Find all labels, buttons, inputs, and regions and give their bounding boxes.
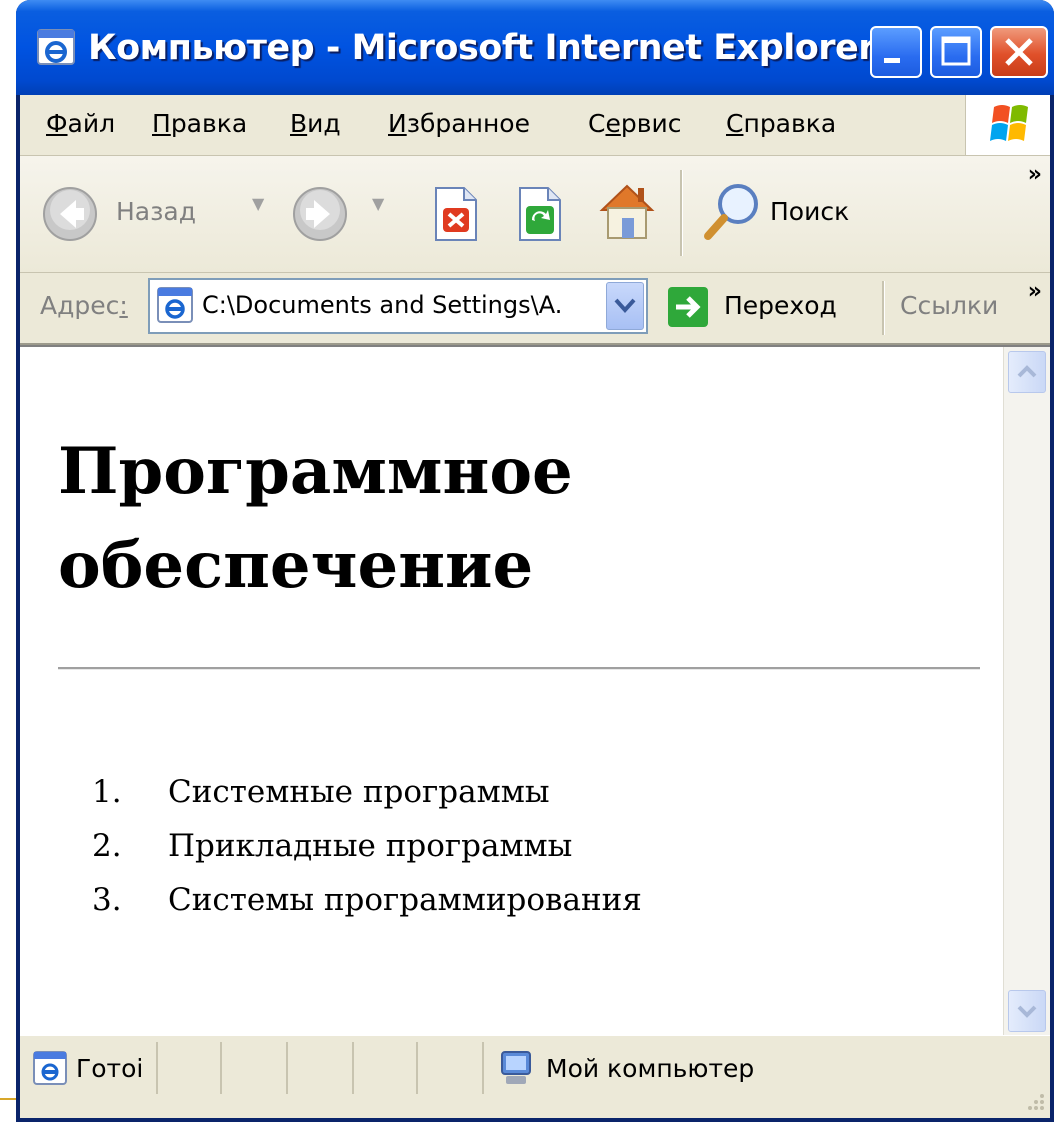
status-divider [286,1042,288,1094]
page-icon [157,287,193,323]
forward-dropdown-icon[interactable]: ▼ [372,194,384,213]
menu-bar: Файл Правка Вид Избранное Сервис Справка [20,95,1050,156]
title-bar[interactable]: Компьютер - Microsoft Internet Explorer [16,0,1054,95]
status-text: Готоі [76,1054,144,1083]
go-arrow-icon [668,287,708,327]
links-label[interactable]: Ссылки [900,291,998,320]
windows-flag-icon [990,105,1028,141]
back-label: Назад [116,197,197,226]
software-list: 1. Системные программы 2. Прикладные прогр… [92,765,642,927]
browser-window: Компьютер - Microsoft Internet Explorer … [16,0,1054,1122]
address-label-colon: : [119,291,128,320]
forward-arrow-icon[interactable] [290,184,350,244]
close-button[interactable] [990,26,1048,78]
menu-favorites[interactable]: Избранное [388,109,530,138]
menu-favorites-label: збранное [406,109,530,138]
menu-view[interactable]: Вид [290,109,341,138]
go-label: Переход [724,291,837,320]
menu-help-accel: С [726,109,744,138]
status-bar: Готоі Мой компьютер [20,1035,1050,1118]
menu-tools-accel: е [605,109,621,138]
address-bar: Адрес: C:\Documents and Settings\A. Пере… [20,273,1050,345]
refresh-icon[interactable] [514,184,566,244]
address-label-text: Адрес [40,291,120,320]
menu-help-label: правка [743,109,837,138]
list-item-text: Прикладные программы [168,828,573,864]
address-separator [882,281,885,335]
status-divider [416,1042,418,1094]
search-button[interactable]: Поиск [700,178,880,248]
menu-edit[interactable]: Правка [152,109,247,138]
minimize-icon [884,58,900,63]
page-status-icon [33,1051,67,1085]
home-icon[interactable] [594,178,660,244]
page-content: Программное обеспечение 1. Системные прог… [20,345,1050,1036]
maximize-icon [941,36,971,66]
chevron-up-icon [1017,365,1037,378]
window-body: Файл Правка Вид Избранное Сервис Справка [20,95,1050,1118]
scroll-up-button[interactable] [1008,351,1046,393]
stop-icon[interactable] [430,184,482,244]
menu-view-accel: В [290,109,308,138]
list-item: 3. Системы программирования [92,873,642,927]
search-icon [704,184,758,240]
chevron-down-icon [1017,1005,1037,1018]
status-divider [220,1042,222,1094]
resize-grip-icon[interactable] [1024,1090,1046,1112]
back-button[interactable]: Назад [40,184,240,244]
back-arrow-icon [43,187,97,241]
toolbar-separator [680,170,683,256]
go-button[interactable]: Переход [666,279,866,335]
address-input[interactable]: C:\Documents and Settings\A. [148,278,648,334]
status-divider [156,1042,158,1094]
minimize-button[interactable] [870,26,922,78]
list-item-number: 1. [92,774,122,810]
scroll-down-button[interactable] [1008,990,1046,1032]
list-item-number: 2. [92,828,122,864]
list-item: 1. Системные программы [92,765,642,819]
menu-tools[interactable]: Сервис [588,109,681,138]
close-icon [1005,38,1033,66]
address-value: C:\Documents and Settings\A. [202,291,563,319]
list-item-text: Системные программы [168,774,550,810]
standard-toolbar: Назад ▼ ▼ Поиск » [20,156,1050,273]
horizontal-rule [58,667,980,670]
security-zone: Мой компьютер [546,1054,755,1083]
list-item: 2. Прикладные программы [92,819,642,873]
menu-file-accel: Ф [46,109,68,138]
search-label: Поиск [770,197,850,226]
menu-file[interactable]: Файл [46,109,115,138]
vertical-scrollbar[interactable] [1003,347,1050,1036]
windows-logo-box [965,95,1050,155]
back-dropdown-icon[interactable]: ▼ [252,194,264,213]
maximize-button[interactable] [930,26,982,78]
my-computer-icon [501,1051,531,1084]
menu-help[interactable]: Справка [726,109,836,138]
internet-explorer-icon [37,29,75,65]
window-title: Компьютер - Microsoft Internet Explorer [88,28,876,68]
toolbar-more-chevron[interactable]: » [1028,162,1042,187]
menu-tools-prefix: С [588,109,606,138]
list-item-number: 3. [92,882,122,918]
address-label: Адрес: [40,291,128,320]
menu-view-label: ид [307,109,341,138]
menu-tools-label: рвис [620,109,682,138]
status-divider [482,1042,484,1094]
menu-edit-accel: П [152,109,171,138]
links-more-chevron[interactable]: » [1028,279,1042,304]
page-heading: Программное обеспечение [58,434,573,603]
menu-edit-label: равка [170,109,248,138]
status-divider [352,1042,354,1094]
menu-file-label: айл [67,109,116,138]
chevron-down-icon [614,298,636,313]
list-item-text: Системы программирования [168,882,642,918]
menu-favorites-accel: И [388,109,407,138]
address-dropdown-button[interactable] [606,282,644,330]
